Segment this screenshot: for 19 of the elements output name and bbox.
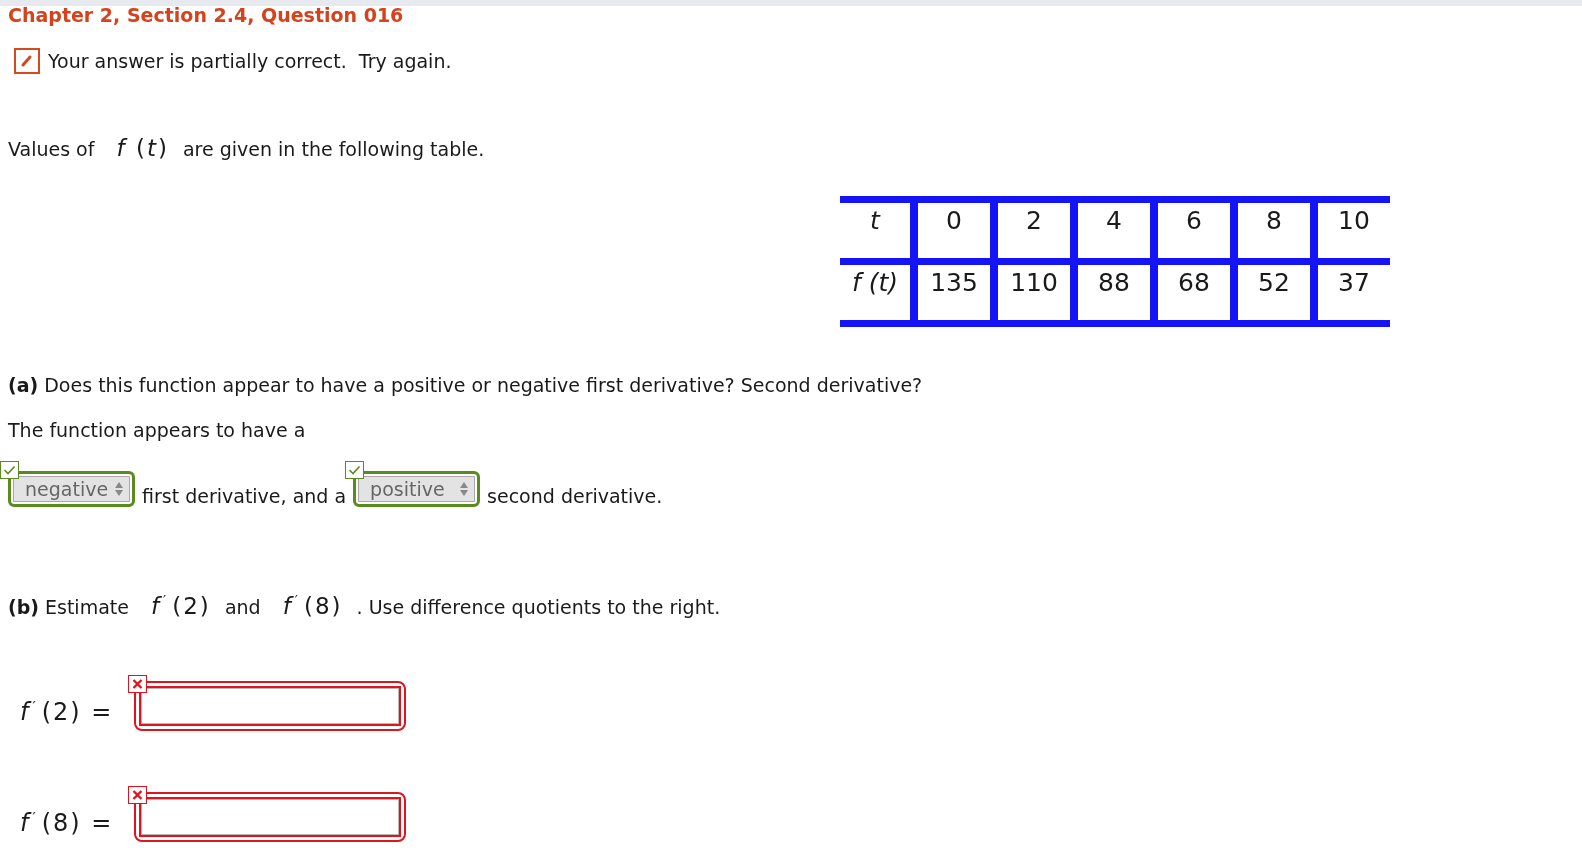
feedback-message: Your answer is partially correct. Try again. xyxy=(48,49,452,73)
dropdown-select[interactable]: positive xyxy=(353,471,481,507)
question-text: Values of f (t) are given in the following table. xyxy=(8,137,485,161)
equation-label: f$^{′}$(8) = xyxy=(20,808,115,837)
up-down-arrows-icon xyxy=(115,482,123,496)
row-header: f (t) xyxy=(840,261,914,324)
dropdown-select[interactable]: negative xyxy=(8,471,135,507)
equation-label: f$^{′}$(2) = xyxy=(20,697,115,726)
answer-text: second derivative. xyxy=(486,485,664,507)
answer-field[interactable] xyxy=(134,681,406,731)
instruction-text: The function appears to have a xyxy=(8,418,306,442)
question-text: (b) Estimate f$^{′}$(2) and f$^{′}$(8) . Use difference quotients to the right. xyxy=(8,595,721,619)
question-title: Chapter 2, Section 2.4, Question 016 xyxy=(8,6,404,24)
pencil-icon xyxy=(14,48,40,74)
question-text: (a) Does this function appear to have a positive or negative first derivative? Second derivative? xyxy=(8,373,923,397)
row-header: t xyxy=(840,199,914,262)
answer-field[interactable] xyxy=(134,792,406,842)
answer-text: first derivative, and a xyxy=(141,485,348,507)
up-down-arrows-icon xyxy=(460,482,469,496)
